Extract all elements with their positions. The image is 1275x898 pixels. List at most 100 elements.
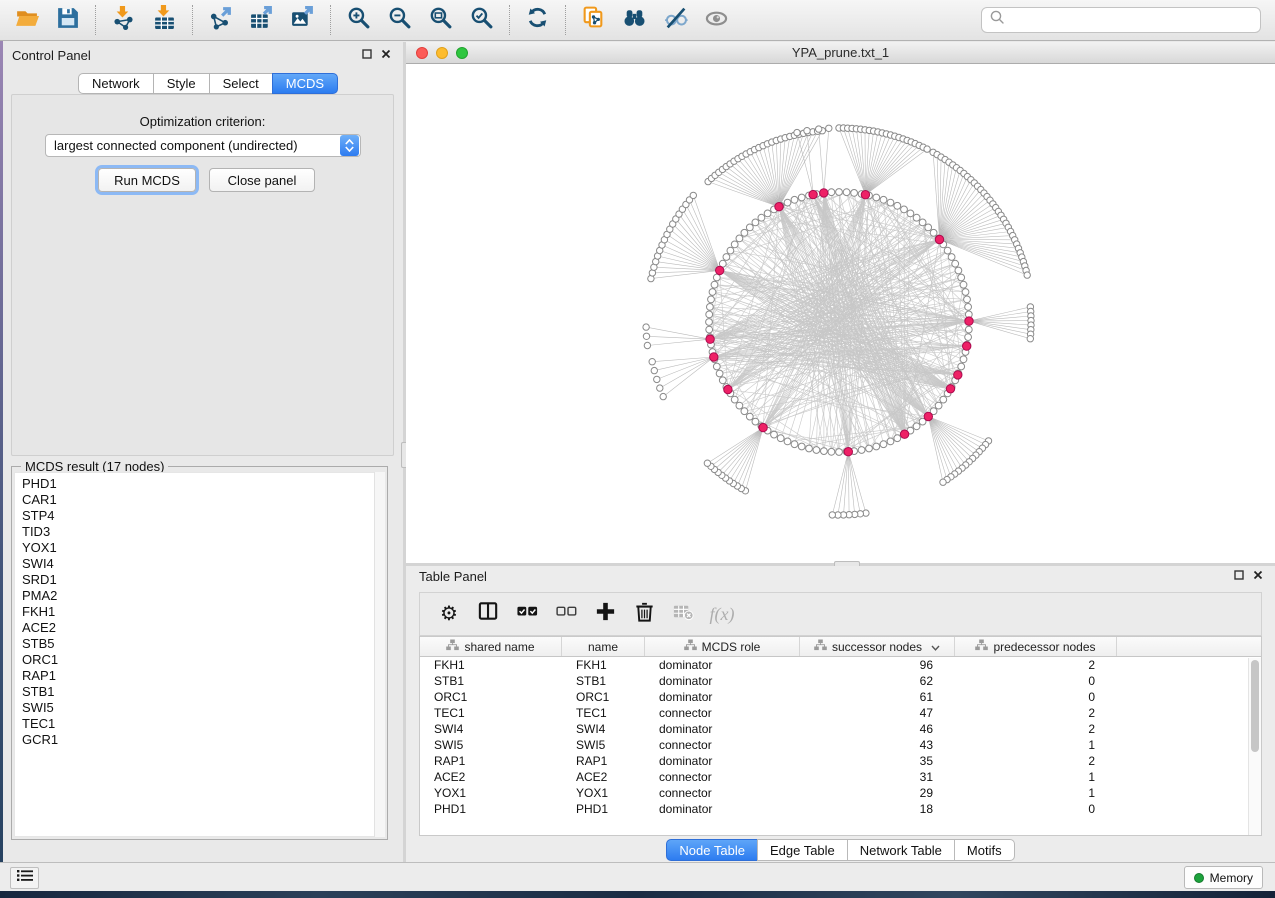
result-node-item[interactable]: PHD1 [22,476,384,492]
open-file-button[interactable] [6,3,47,37]
select-all-rows-button[interactable] [512,598,542,630]
result-node-item[interactable]: STP4 [22,508,384,524]
save-session-icon [55,5,80,35]
zoom-selected-button[interactable] [461,3,502,37]
result-scrollbar[interactable] [374,472,385,837]
cell-shared-name: ORC1 [420,690,562,704]
export-network-button[interactable] [200,3,241,37]
table-row[interactable]: FKH1FKH1dominator962 [420,657,1261,673]
clone-network-button[interactable] [573,3,614,37]
table-row[interactable]: ACE2ACE2connector311 [420,769,1261,785]
table-row[interactable]: PHD1PHD1dominator180 [420,801,1261,817]
control-panel-tabs: NetworkStyleSelectMCDS [78,73,338,94]
application-window: Control Panel NetworkStyleSelectMCDS Opt… [0,0,1275,898]
cell-successor-nodes: 62 [800,674,955,688]
save-session-button[interactable] [47,3,88,37]
result-node-item[interactable]: SWI5 [22,700,384,716]
cell-MCDS-role: dominator [645,674,800,688]
table-row[interactable]: RAP1RAP1dominator352 [420,753,1261,769]
cell-predecessor-nodes: 1 [955,770,1117,784]
tab-style[interactable]: Style [153,73,210,94]
tab-node-table[interactable]: Node Table [666,839,758,861]
network-canvas[interactable] [406,64,1275,563]
cell-MCDS-role: connector [645,770,800,784]
table-row[interactable]: YOX1YOX1connector291 [420,785,1261,801]
column-header-successor-nodes[interactable]: successor nodes [800,637,955,656]
import-network-button[interactable] [103,3,144,37]
optimization-criterion-dropdown[interactable]: largest connected component (undirected) [45,134,361,157]
table-scrollbar[interactable] [1248,658,1261,835]
tab-edge-table[interactable]: Edge Table [757,839,848,861]
toolbar-separator [95,5,96,35]
close-panel-button[interactable]: Close panel [209,168,315,192]
tab-mcds[interactable]: MCDS [272,73,338,94]
table-row[interactable]: ORC1ORC1dominator610 [420,689,1261,705]
memory-status-icon [1194,873,1204,883]
float-panel-icon[interactable] [362,49,372,59]
result-node-item[interactable]: YOX1 [22,540,384,556]
refresh-button[interactable] [517,3,558,37]
search-input[interactable] [1006,10,1260,30]
cell-name: ORC1 [562,690,645,704]
result-node-item[interactable]: RAP1 [22,668,384,684]
mcds-result-list[interactable]: PHD1CAR1STP4TID3YOX1SWI4SRD1PMA2FKH1ACE2… [14,472,385,837]
import-table-button[interactable] [144,3,185,37]
column-header-name[interactable]: name [562,637,645,656]
zoom-fit-button[interactable] [420,3,461,37]
column-header-MCDS-role[interactable]: MCDS role [645,637,800,656]
table-row[interactable]: STB1STB1dominator620 [420,673,1261,689]
sort-desc-icon [931,640,940,654]
cell-successor-nodes: 31 [800,770,955,784]
export-image-button[interactable] [282,3,323,37]
cell-successor-nodes: 35 [800,754,955,768]
zoom-out-button[interactable] [379,3,420,37]
hide-items-button[interactable] [655,3,696,37]
result-node-item[interactable]: STB5 [22,636,384,652]
panel-menu-button[interactable] [10,867,39,889]
result-node-item[interactable]: SWI4 [22,556,384,572]
result-node-item[interactable]: PMA2 [22,588,384,604]
tab-select[interactable]: Select [209,73,273,94]
table-header-row: shared name name MCDS rolesuccessor nodesp… [420,637,1261,657]
zoom-in-button[interactable] [338,3,379,37]
close-panel-icon[interactable] [1253,570,1263,580]
tab-motifs[interactable]: Motifs [954,839,1015,861]
scrollbar-thumb[interactable] [1251,660,1259,752]
memory-button[interactable]: Memory [1184,866,1263,889]
mcds-tab-content: Optimization criterion: largest connecte… [11,94,394,456]
result-node-item[interactable]: SRD1 [22,572,384,588]
delete-columns-button[interactable] [629,598,659,630]
search-binoculars-button[interactable] [614,3,655,37]
result-node-item[interactable]: FKH1 [22,604,384,620]
add-column-button[interactable] [590,598,620,630]
result-node-item[interactable]: TEC1 [22,716,384,732]
result-node-item[interactable]: GCR1 [22,732,384,748]
run-mcds-button[interactable]: Run MCDS [98,168,196,192]
close-panel-icon[interactable] [381,49,391,59]
tab-network[interactable]: Network [78,73,154,94]
show-items-button[interactable] [696,3,737,37]
tab-network-table[interactable]: Network Table [847,839,955,861]
result-node-item[interactable]: TID3 [22,524,384,540]
settings-gear-button[interactable]: ⚙ [434,598,464,630]
result-node-item[interactable]: CAR1 [22,492,384,508]
column-label: name [588,640,618,654]
cell-successor-nodes: 18 [800,802,955,816]
export-table-button[interactable] [241,3,282,37]
table-row[interactable]: TEC1TEC1connector472 [420,705,1261,721]
toggle-columns-icon [477,600,500,628]
network-window-titlebar[interactable]: YPA_prune.txt_1 [406,42,1275,64]
table-row[interactable]: SWI4SWI4dominator462 [420,721,1261,737]
column-header-predecessor-nodes[interactable]: predecessor nodes [955,637,1117,656]
result-node-item[interactable]: ORC1 [22,652,384,668]
table-row[interactable]: SWI5SWI5connector431 [420,737,1261,753]
column-header-shared-name[interactable]: shared name [420,637,562,656]
result-node-item[interactable]: ACE2 [22,620,384,636]
export-image-icon [290,5,315,35]
toggle-columns-button[interactable] [473,598,503,630]
deselect-all-rows-button[interactable] [551,598,581,630]
result-node-item[interactable]: STB1 [22,684,384,700]
search-box[interactable] [981,7,1261,33]
cell-shared-name: PHD1 [420,802,562,816]
float-panel-icon[interactable] [1234,570,1244,580]
